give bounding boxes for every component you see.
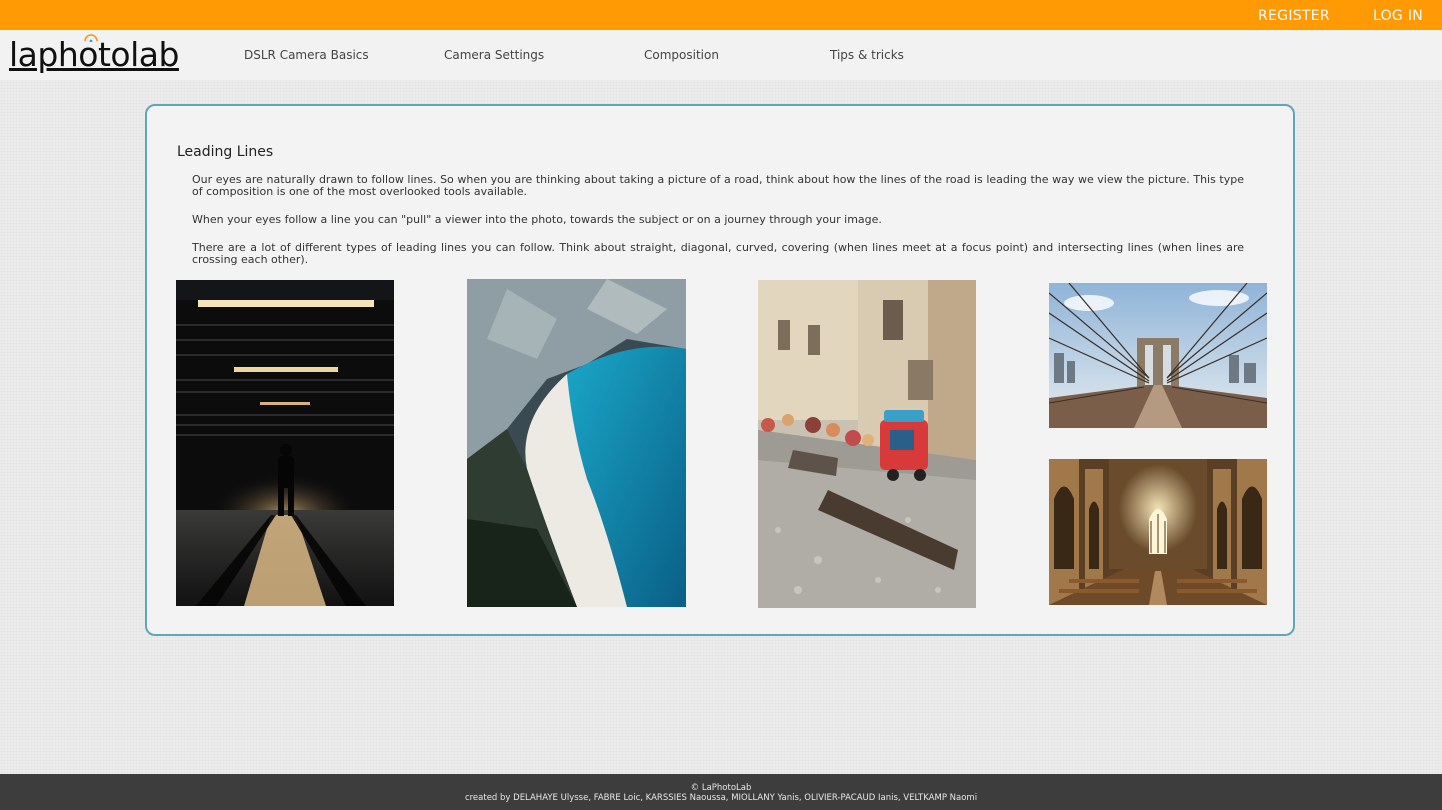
beach-cliff-aerial-photo [467,279,686,607]
site-footer: © LaPhotoLab created by DELAHAYE Ulysse,… [0,774,1442,810]
site-logo[interactable]: laphotolab [9,34,179,76]
top-bar: REGISTER LOG IN [0,0,1442,30]
camera-lens-icon [84,34,98,42]
article-paragraph-1: Our eyes are naturally drawn to follow l… [192,173,1244,198]
footer-copyright: © LaPhotoLab [690,783,752,793]
suspension-bridge-photo [1049,283,1267,428]
article-title: Leading Lines [177,144,274,160]
nav-tips-and-tricks[interactable]: Tips & tricks [830,48,904,62]
footer-credits: created by DELAHAYE Ulysse, FABRE Loic, … [464,793,978,803]
article-card: Leading Lines Our eyes are naturally dra… [145,104,1295,636]
nav-composition[interactable]: Composition [644,48,719,62]
street-toy-figures-photo [758,280,976,608]
cathedral-nave-photo [1049,459,1267,605]
article-paragraph-3: There are a lot of different types of le… [192,241,1244,266]
nav-camera-settings[interactable]: Camera Settings [444,48,544,62]
nav-dslr-camera-basics[interactable]: DSLR Camera Basics [244,48,369,62]
main-nav: laphotolab DSLR Camera Basics Camera Set… [0,30,1442,80]
login-link[interactable]: LOG IN [1373,8,1423,24]
article-paragraph-2: When your eyes follow a line you can "pu… [192,213,882,226]
register-link[interactable]: REGISTER [1258,8,1330,24]
parking-garage-silhouette-photo [176,280,394,606]
